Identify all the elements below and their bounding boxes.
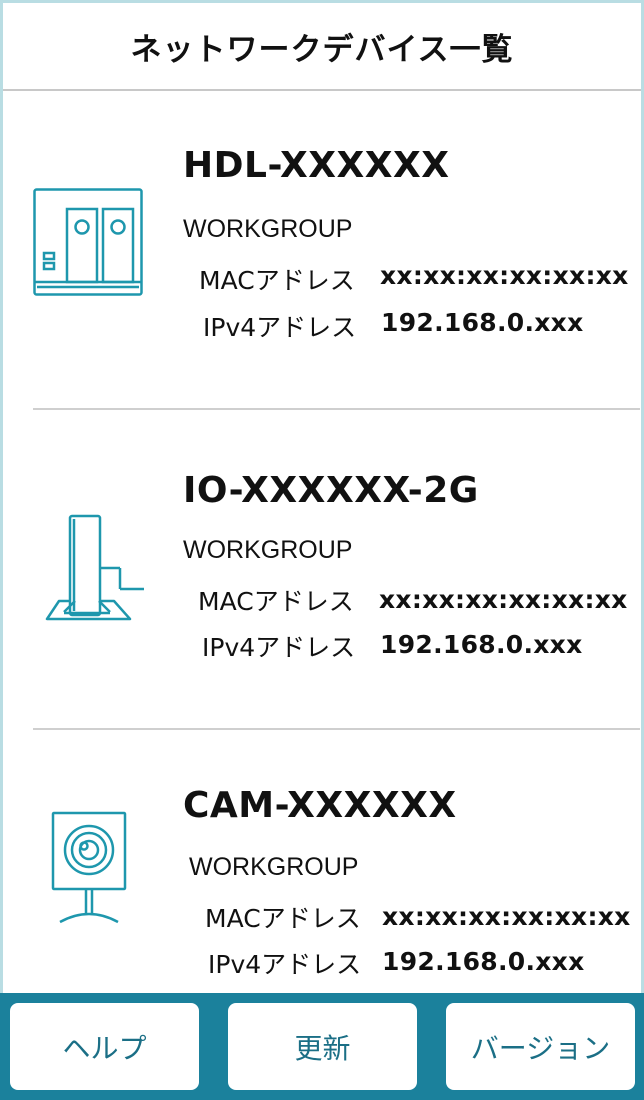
device-item-1[interactable]: HDL-XXXXXX WORKGROUP MACアドレス xx:xx:xx:xx…: [0, 91, 644, 409]
version-button[interactable]: バージョン: [446, 1003, 635, 1090]
device-name: CAM-XXXXXX: [183, 785, 457, 826]
nas-icon: [33, 188, 143, 296]
ip-label: IPv4アドレス: [203, 313, 357, 342]
router-icon: [45, 514, 144, 621]
mac-label: MACアドレス: [205, 904, 361, 933]
device-item-3[interactable]: CAM-XXXXXX WORKGROUP MACアドレス xx:xx:xx:xx…: [0, 730, 644, 993]
device-name: HDL-XXXXXX: [183, 145, 450, 186]
ip-label: IPv4アドレス: [208, 950, 362, 979]
mac-value: xx:xx:xx:xx:xx:xx: [380, 261, 629, 290]
device-name: IO-XXXXXX-2G: [183, 470, 479, 511]
page-title: ネットワークデバイス一覧: [130, 31, 514, 68]
ip-value: 192.168.0.xxx: [382, 947, 585, 976]
ip-label: IPv4アドレス: [202, 633, 356, 662]
mac-value: xx:xx:xx:xx:xx:xx: [382, 902, 631, 931]
ip-value: 192.168.0.xxx: [381, 308, 584, 337]
help-button[interactable]: ヘルプ: [10, 1003, 199, 1090]
bottom-toolbar: ヘルプ 更新 バージョン: [0, 993, 644, 1100]
device-workgroup: WORKGROUP: [189, 853, 359, 881]
device-workgroup: WORKGROUP: [183, 536, 353, 564]
camera-icon: [51, 811, 127, 924]
refresh-button[interactable]: 更新: [228, 1003, 417, 1090]
mac-label: MACアドレス: [199, 266, 355, 295]
ip-value: 192.168.0.xxx: [380, 630, 583, 659]
device-item-2[interactable]: IO-XXXXXX-2G WORKGROUP MACアドレス xx:xx:xx:…: [0, 410, 644, 728]
mac-value: xx:xx:xx:xx:xx:xx: [379, 585, 628, 614]
mac-label: MACアドレス: [198, 587, 354, 616]
device-workgroup: WORKGROUP: [183, 215, 353, 243]
